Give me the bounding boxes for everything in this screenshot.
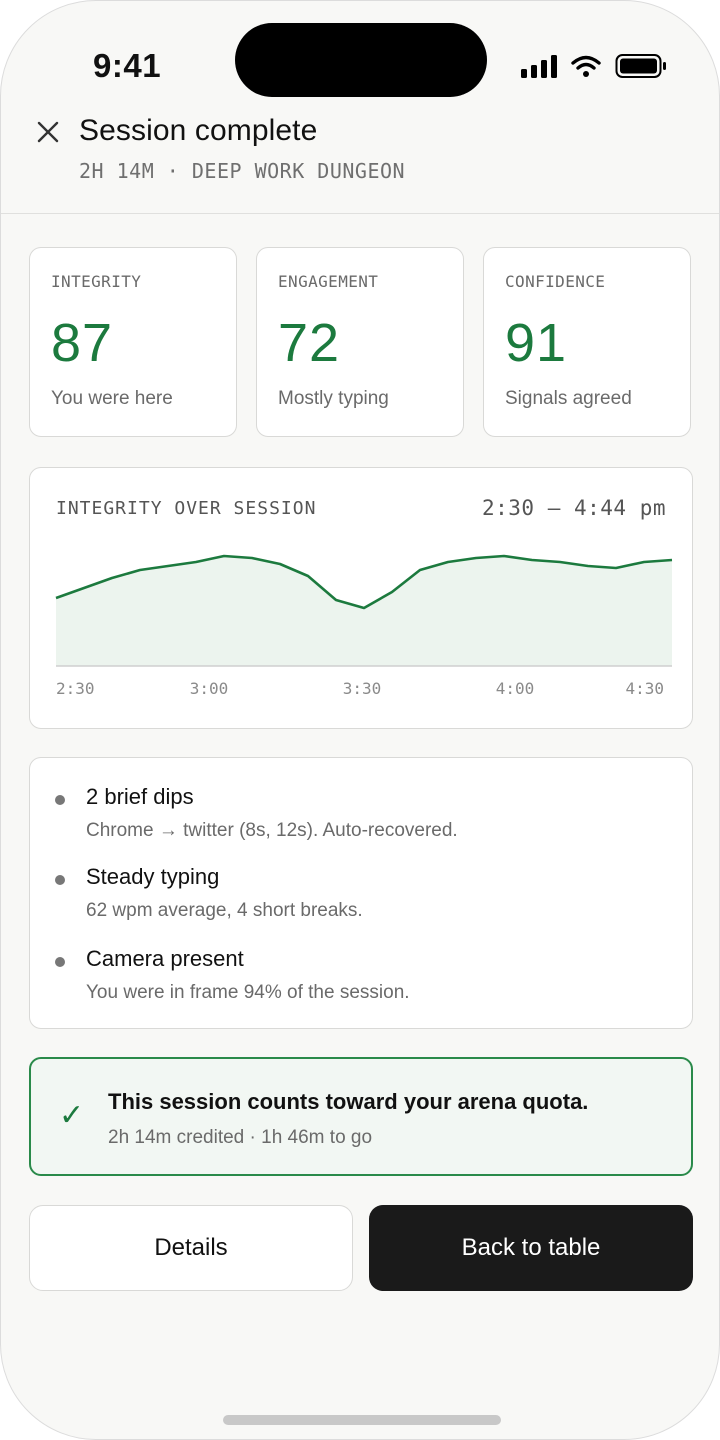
quota-title: This session counts toward your arena qu… xyxy=(108,1089,589,1114)
session-subtitle: 2H 14M · DEEP WORK DUNGEON xyxy=(79,159,406,183)
x-tick-label: 3:00 xyxy=(190,679,229,698)
integrity-card: INTEGRITY 87 You were here xyxy=(29,247,237,437)
integrity-value: 87 xyxy=(51,313,114,373)
checkmark-icon: ✓ xyxy=(59,1099,85,1132)
quota-subtitle: 2h 14m credited · 1h 46m to go xyxy=(108,1127,373,1148)
integrity-chart-panel: INTEGRITY OVER SESSION 2:30 – 4:44 pm 2:… xyxy=(29,467,693,729)
home-indicator[interactable] xyxy=(223,1415,501,1425)
back-to-table-button[interactable]: Back to table xyxy=(369,1205,693,1291)
wifi-icon xyxy=(571,55,601,77)
note-title: Camera present xyxy=(86,946,244,971)
note-title: 2 brief dips xyxy=(86,784,194,809)
confidence-note: Signals agreed xyxy=(505,388,632,409)
note-detail: 62 wpm average, 4 short breaks. xyxy=(86,900,363,921)
page-title: Session complete xyxy=(79,114,318,147)
x-tick-label: 3:30 xyxy=(343,679,382,698)
engagement-card: ENGAGEMENT 72 Mostly typing xyxy=(256,247,464,437)
note-title: Steady typing xyxy=(86,864,220,889)
integrity-label: INTEGRITY xyxy=(51,272,142,291)
chart-area-fill xyxy=(56,556,672,666)
integrity-note: You were here xyxy=(51,388,173,409)
note-detail: Chrome → twitter (8s, 12s). Auto-recover… xyxy=(86,820,458,841)
bullet-icon xyxy=(55,795,65,805)
bullet-icon xyxy=(55,957,65,967)
status-time: 9:41 xyxy=(93,47,162,84)
session-notes-panel: 2 brief dips Chrome → twitter (8s, 12s).… xyxy=(29,757,693,1029)
x-tick-label: 4:30 xyxy=(625,679,664,698)
details-button[interactable]: Details xyxy=(29,1205,353,1291)
battery-icon xyxy=(615,54,666,78)
engagement-label: ENGAGEMENT xyxy=(278,272,379,291)
close-icon[interactable] xyxy=(35,119,61,145)
quota-banner: ✓ This session counts toward your arena … xyxy=(29,1057,693,1176)
confidence-value: 91 xyxy=(505,313,568,373)
confidence-card: CONFIDENCE 91 Signals agreed xyxy=(483,247,691,437)
engagement-value: 72 xyxy=(278,313,341,373)
signal-icon xyxy=(521,54,557,78)
dynamic-island xyxy=(235,23,487,97)
phone-frame: 9:41 Session complete 2H 14M · DEEP WORK… xyxy=(0,0,720,1440)
confidence-label: CONFIDENCE xyxy=(505,272,606,291)
note-detail: You were in frame 94% of the session. xyxy=(86,982,410,1003)
status-icons xyxy=(521,53,667,79)
engagement-note: Mostly typing xyxy=(278,388,389,409)
x-tick-label: 4:00 xyxy=(496,679,535,698)
bullet-icon xyxy=(55,875,65,885)
x-tick-label: 2:30 xyxy=(56,679,95,698)
integrity-chart: 2:30 3:00 3:30 4:00 4:30 xyxy=(55,554,673,698)
header-divider xyxy=(1,213,719,214)
